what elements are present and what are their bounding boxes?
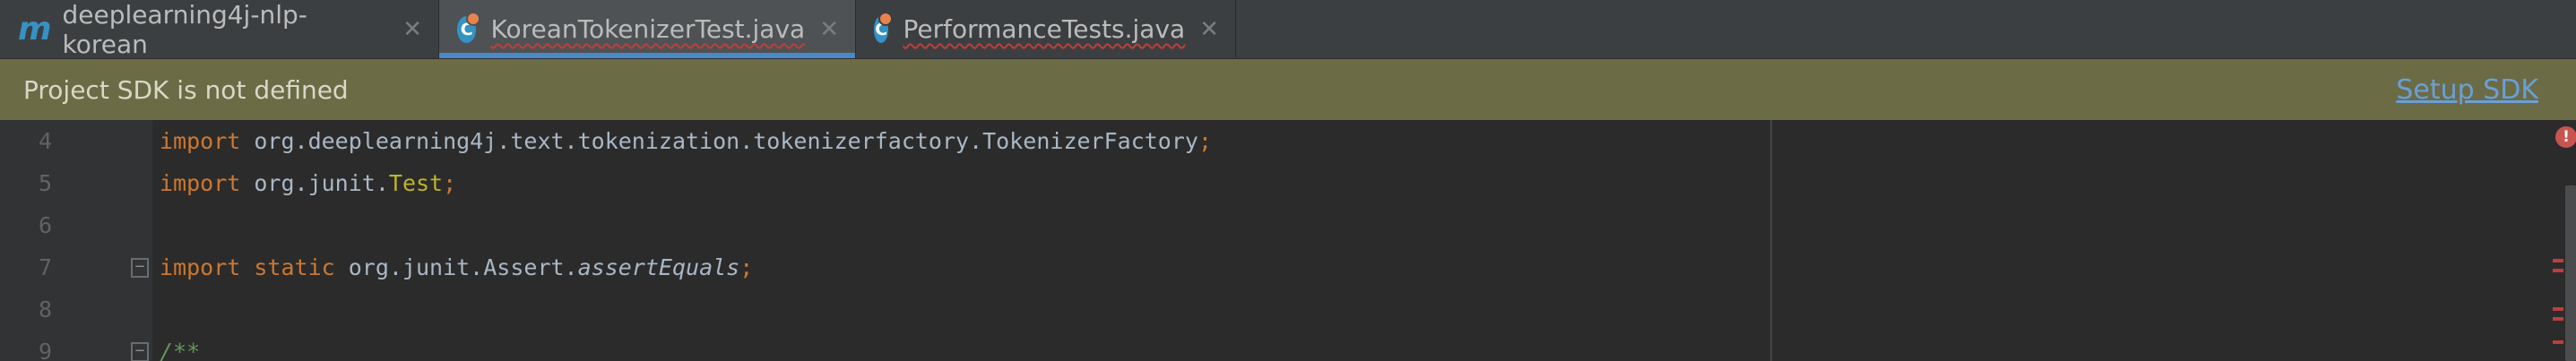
sdk-warning-banner: Project SDK is not defined Setup SDK xyxy=(0,59,2576,120)
line-number: 9 xyxy=(38,339,52,361)
line-number: 8 xyxy=(38,297,52,322)
fold-collapse-icon[interactable]: − xyxy=(131,257,149,278)
modified-badge-icon xyxy=(466,11,481,26)
close-icon[interactable]: ✕ xyxy=(1199,16,1219,43)
tab-performance-tests[interactable]: C PerformanceTests.java ✕ xyxy=(856,0,1236,58)
fold-collapse-icon[interactable]: − xyxy=(131,341,149,361)
code-line: 7 − import static org.junit.Assert.asser… xyxy=(0,246,1770,288)
banner-message: Project SDK is not defined xyxy=(23,74,349,105)
error-stripe-mark[interactable] xyxy=(2553,317,2563,321)
doc-comment: /** xyxy=(160,339,201,361)
line-number: 4 xyxy=(38,128,52,154)
module-icon: m xyxy=(18,11,52,47)
tab-label: KoreanTokenizerTest.java xyxy=(490,14,806,44)
code-line: 4 import org.deeplearning4j.text.tokeniz… xyxy=(0,120,1770,162)
code-text: import static org.junit.Assert.assertEqu… xyxy=(160,254,753,280)
close-icon[interactable]: ✕ xyxy=(402,16,422,43)
code-fragment: org.deeplearning4j.text.tokenization.tok… xyxy=(240,128,1198,154)
tab-label: PerformanceTests.java xyxy=(903,14,1186,44)
code-fragment: org.junit.Assert. xyxy=(334,254,578,280)
semicolon: ; xyxy=(739,254,754,280)
vertical-scrollbar[interactable] xyxy=(2565,185,2576,361)
keyword: import static xyxy=(160,254,335,280)
semicolon: ; xyxy=(1197,128,1213,154)
error-stripe-mark[interactable] xyxy=(2553,340,2563,344)
tab-label: deeplearning4j-nlp-korean xyxy=(62,0,307,59)
line-number: 5 xyxy=(38,170,52,196)
semicolon: ; xyxy=(443,170,457,196)
line-number: 7 xyxy=(38,254,52,280)
error-indicator-icon[interactable]: ! xyxy=(2555,126,2576,148)
static-method: assertEquals xyxy=(577,254,740,280)
code-line: 5 import org.junit.Test; xyxy=(0,162,1770,204)
code-line: 8 xyxy=(0,288,1770,331)
code-text: /** xyxy=(160,339,200,361)
setup-sdk-link[interactable]: Setup SDK xyxy=(2396,74,2538,106)
error-stripe-mark[interactable] xyxy=(2553,307,2563,311)
code-text: import org.junit.Test; xyxy=(160,170,456,196)
tab-deeplearning4j-nlp-korean[interactable]: m deeplearning4j-nlp-korean ✕ xyxy=(0,0,439,59)
modified-badge-icon xyxy=(878,11,894,26)
error-stripe-mark[interactable] xyxy=(2553,259,2563,262)
code-line: 6 xyxy=(0,204,1770,246)
keyword: import xyxy=(160,128,241,154)
error-stripe-mark[interactable] xyxy=(2553,269,2563,272)
line-number: 6 xyxy=(38,212,52,238)
code-text: import org.deeplearning4j.text.tokenizat… xyxy=(160,128,1212,154)
code-line: 9 − /** xyxy=(0,331,1770,361)
keyword: import xyxy=(160,170,241,196)
code-fragment: org.junit. xyxy=(240,170,389,196)
tab-korean-tokenizer-test[interactable]: C KoreanTokenizerTest.java ✕ xyxy=(439,0,856,58)
java-class-icon: C xyxy=(457,11,481,43)
close-icon[interactable]: ✕ xyxy=(819,16,839,43)
editor-tab-bar: m deeplearning4j-nlp-korean ✕ C KoreanTo… xyxy=(0,0,2576,59)
class-name: Test xyxy=(388,170,444,196)
code-editor[interactable]: 4 import org.deeplearning4j.text.tokeniz… xyxy=(0,120,2576,361)
right-margin-guide xyxy=(1770,120,1772,361)
ide-window: m deeplearning4j-nlp-korean ✕ C KoreanTo… xyxy=(0,0,2576,361)
java-class-icon: C xyxy=(874,11,894,43)
